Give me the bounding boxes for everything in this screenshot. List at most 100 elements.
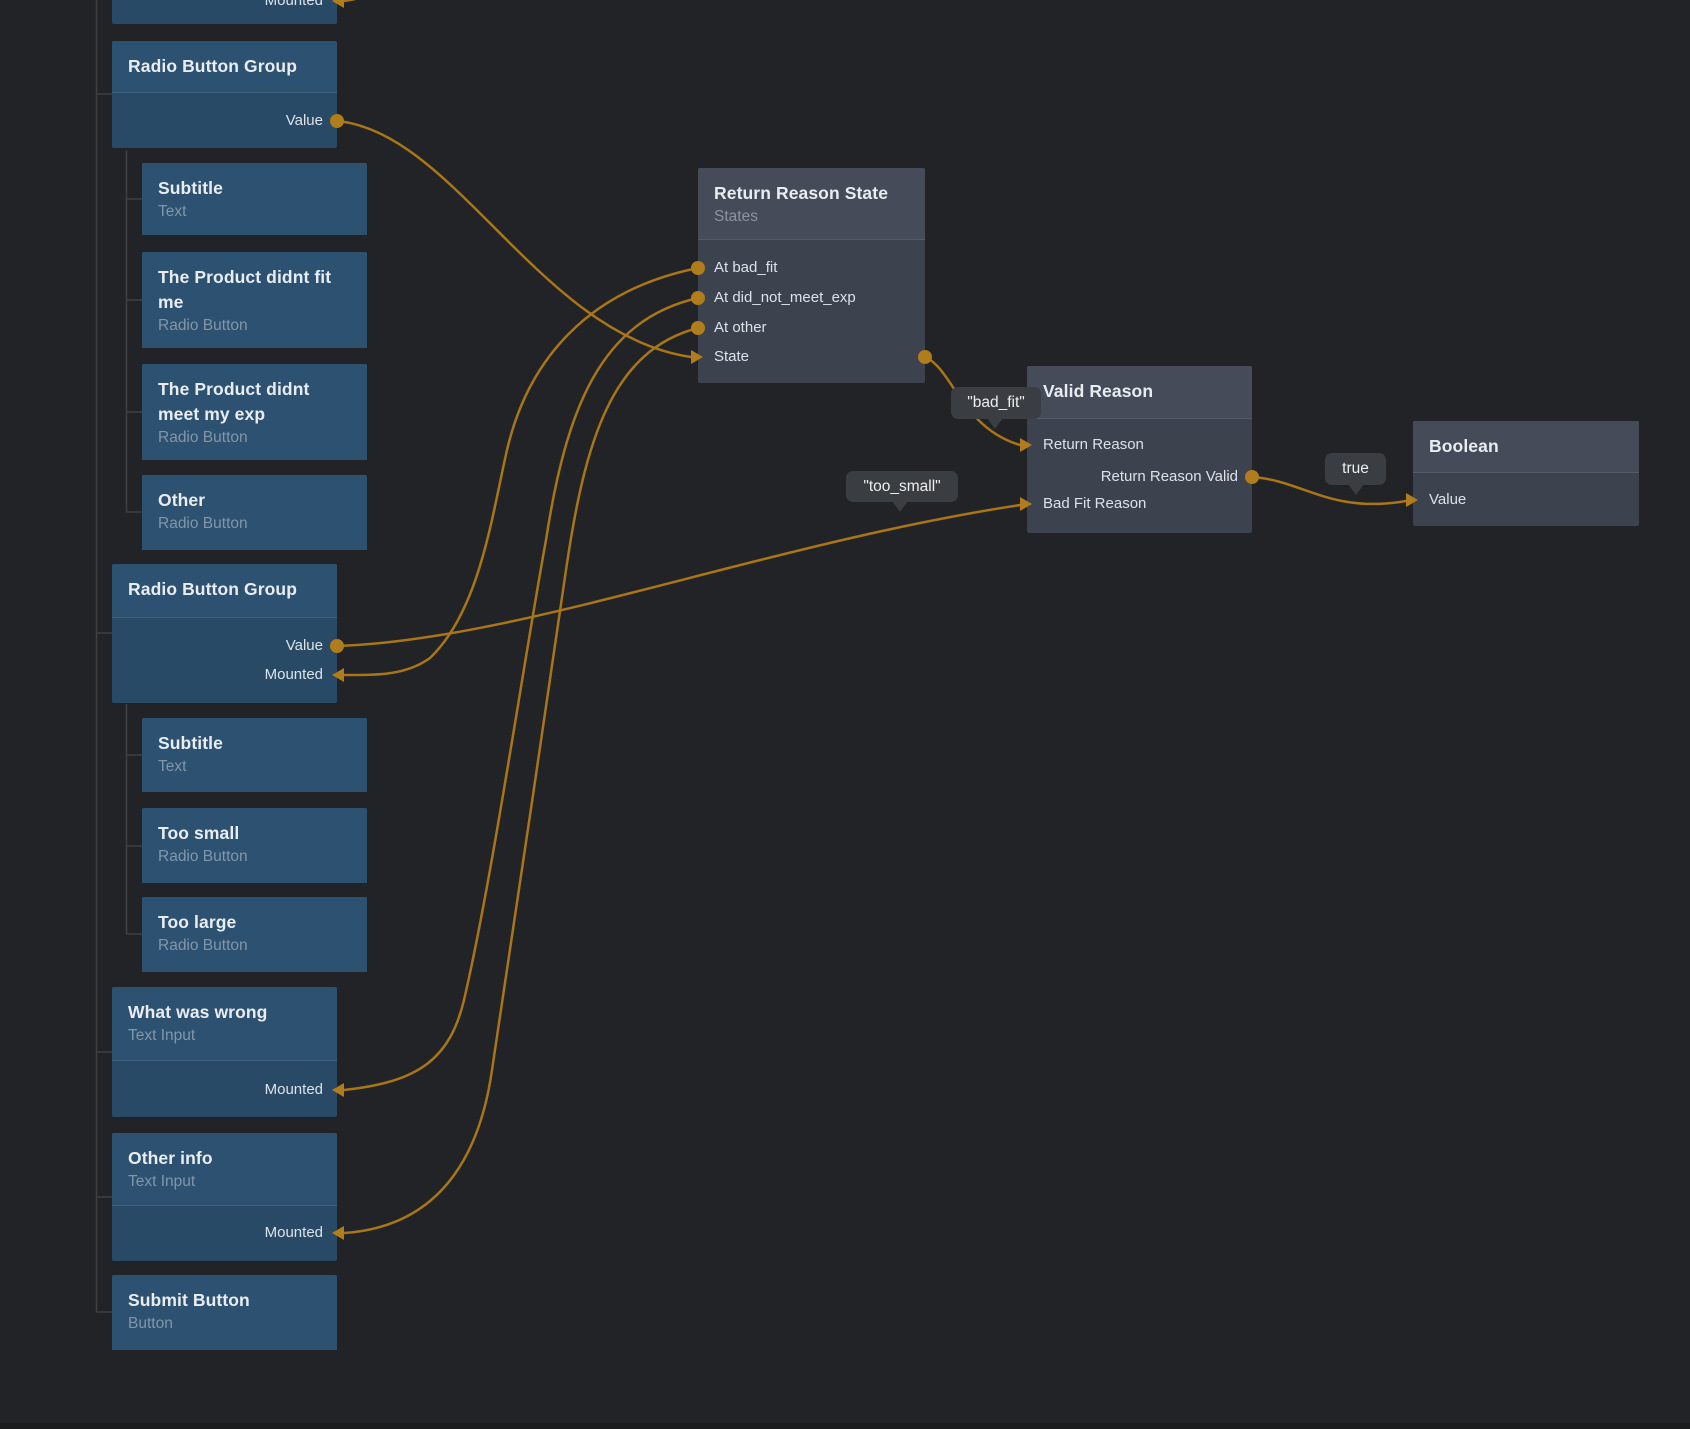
port-arrow-mounted[interactable] xyxy=(332,0,344,8)
node-subtitle: Text Input xyxy=(128,1025,321,1047)
port-dot-at-bad-fit[interactable] xyxy=(691,261,705,275)
node-header: Other infoText Input xyxy=(112,1133,337,1206)
node-what-was-wrong[interactable]: What was wrongText Input Mounted xyxy=(112,987,337,1117)
node-header: The Product didnt meet my expRadio Butto… xyxy=(142,364,367,460)
node-return-reason-state[interactable]: Return Reason StateStates At bad_fit At di… xyxy=(698,168,925,383)
port-label-mounted: Mounted xyxy=(265,0,323,12)
node-header: OtherRadio Button xyxy=(142,475,367,550)
port-dot-return-reason-valid[interactable] xyxy=(1245,470,1259,484)
value-label-text: true xyxy=(1342,460,1369,478)
node-title: Other info xyxy=(128,1146,321,1171)
node-title: Radio Button Group xyxy=(128,54,321,79)
port-label-bad-fit-reason: Bad Fit Reason xyxy=(1043,493,1146,515)
port-label-at-bad-fit: At bad_fit xyxy=(714,257,777,279)
port-dot-value[interactable] xyxy=(330,639,344,653)
node-title: Subtitle xyxy=(158,176,351,201)
node-title: Boolean xyxy=(1429,434,1623,459)
node-title: The Product didnt meet my exp xyxy=(158,377,351,427)
node-title: What was wrong xyxy=(128,1000,321,1025)
node-subtitle: States xyxy=(714,206,909,228)
node-subtitle: Radio Button xyxy=(158,513,351,535)
value-label-tail xyxy=(892,501,908,512)
node-header: Too largeRadio Button xyxy=(142,897,367,972)
port-label-state: State xyxy=(714,346,749,368)
value-label-true: true xyxy=(1325,453,1386,485)
value-label-bad-fit: "bad_fit" xyxy=(951,387,1041,419)
port-label-at-other: At other xyxy=(714,317,767,339)
port-label-value: Value xyxy=(286,635,323,657)
node-title: Radio Button Group xyxy=(128,577,321,602)
port-arrow-return-reason[interactable] xyxy=(1020,438,1032,452)
node-subtitle: Text xyxy=(158,756,351,778)
value-label-tail xyxy=(987,418,1003,429)
node-too-small[interactable]: Too smallRadio Button xyxy=(142,808,367,883)
value-label-text: "too_small" xyxy=(863,478,940,496)
port-arrow-mounted[interactable] xyxy=(332,1226,344,1240)
node-header: The Product didnt fit meRadio Button xyxy=(142,252,367,348)
node-header: Radio Button Group xyxy=(112,564,337,618)
port-label-return-reason: Return Reason xyxy=(1043,434,1144,456)
node-other-info[interactable]: Other infoText Input Mounted xyxy=(112,1133,337,1261)
port-arrow-value[interactable] xyxy=(1406,493,1418,507)
node-title: The Product didnt fit me xyxy=(158,265,351,315)
port-dot-out[interactable] xyxy=(918,350,932,364)
wire-at-bad-fit-to-rbg2-mounted[interactable] xyxy=(344,268,698,675)
node-header: Valid Reason xyxy=(1027,366,1252,419)
node-valid-reason[interactable]: Valid Reason Return Reason Return Reason V… xyxy=(1027,366,1252,533)
node-boolean[interactable]: Boolean Value xyxy=(1413,421,1639,526)
node-submit-button[interactable]: Submit ButtonButton xyxy=(112,1275,337,1350)
value-label-too-small: "too_small" xyxy=(846,471,958,502)
port-label-mounted: Mounted xyxy=(265,1079,323,1101)
node-radio-button-group-1[interactable]: Radio Button Group Value xyxy=(112,41,337,148)
wire-at-did-not-meet-exp-to-www-mounted[interactable] xyxy=(344,298,698,1090)
port-label-mounted: Mounted xyxy=(265,1222,323,1244)
port-arrow-mounted[interactable] xyxy=(332,668,344,682)
node-header: SubtitleText xyxy=(142,163,367,235)
port-label-at-did-not-meet-exp: At did_not_meet_exp xyxy=(714,287,856,309)
port-label-value: Value xyxy=(286,110,323,132)
wire-rbg2-value-to-bad-fit-reason[interactable] xyxy=(337,505,1020,646)
port-arrow-bad-fit-reason[interactable] xyxy=(1020,497,1032,511)
node-subtitle: Radio Button xyxy=(158,846,351,868)
port-label-mounted: Mounted xyxy=(265,664,323,686)
canvas-bottom-edge xyxy=(0,1423,1690,1429)
port-label-return-reason-valid: Return Reason Valid xyxy=(1101,466,1238,488)
node-header: Return Reason StateStates xyxy=(698,168,925,240)
value-label-tail xyxy=(1348,484,1364,495)
node-subtitle: Radio Button xyxy=(158,315,351,337)
wire-at-other-to-other-info-mounted[interactable] xyxy=(344,328,698,1233)
node-subtitle: Text Input xyxy=(128,1171,321,1193)
node-clipped-top[interactable]: Mounted xyxy=(112,0,337,24)
node-product-didnt-meet[interactable]: The Product didnt meet my expRadio Butto… xyxy=(142,364,367,460)
node-title: Valid Reason xyxy=(1043,379,1236,404)
node-product-didnt-fit[interactable]: The Product didnt fit meRadio Button xyxy=(142,252,367,348)
node-title: Too large xyxy=(158,910,351,935)
node-graph-canvas[interactable]: MountedRadio Button GroupValueSubtitleTe… xyxy=(0,0,1690,1429)
node-header: What was wrongText Input xyxy=(112,987,337,1061)
wire-rbg1-value-to-state[interactable] xyxy=(337,121,691,357)
value-label-text: "bad_fit" xyxy=(967,394,1025,412)
port-arrow-mounted[interactable] xyxy=(332,1083,344,1097)
port-arrow-state[interactable] xyxy=(691,350,703,364)
node-other[interactable]: OtherRadio Button xyxy=(142,475,367,550)
node-too-large[interactable]: Too largeRadio Button xyxy=(142,897,367,972)
node-subtitle-1[interactable]: SubtitleText xyxy=(142,163,367,235)
node-radio-button-group-2[interactable]: Radio Button Group Value Mounted xyxy=(112,564,337,703)
port-dot-value[interactable] xyxy=(330,114,344,128)
node-subtitle: Button xyxy=(128,1313,321,1335)
port-dot-at-other[interactable] xyxy=(691,321,705,335)
node-subtitle: Text xyxy=(158,201,351,223)
node-title: Other xyxy=(158,488,351,513)
node-subtitle: Radio Button xyxy=(158,935,351,957)
node-subtitle-2[interactable]: SubtitleText xyxy=(142,718,367,792)
node-header: Too smallRadio Button xyxy=(142,808,367,883)
node-header: Boolean xyxy=(1413,421,1639,473)
node-title: Return Reason State xyxy=(714,181,909,206)
port-dot-at-did-not-meet-exp[interactable] xyxy=(691,291,705,305)
node-title: Submit Button xyxy=(128,1288,321,1313)
node-subtitle: Radio Button xyxy=(158,427,351,449)
wire-offscreen-to-clipped-top-mounted[interactable] xyxy=(344,0,432,1)
node-header: Submit ButtonButton xyxy=(112,1275,337,1350)
node-title: Subtitle xyxy=(158,731,351,756)
port-label-value: Value xyxy=(1429,489,1466,511)
